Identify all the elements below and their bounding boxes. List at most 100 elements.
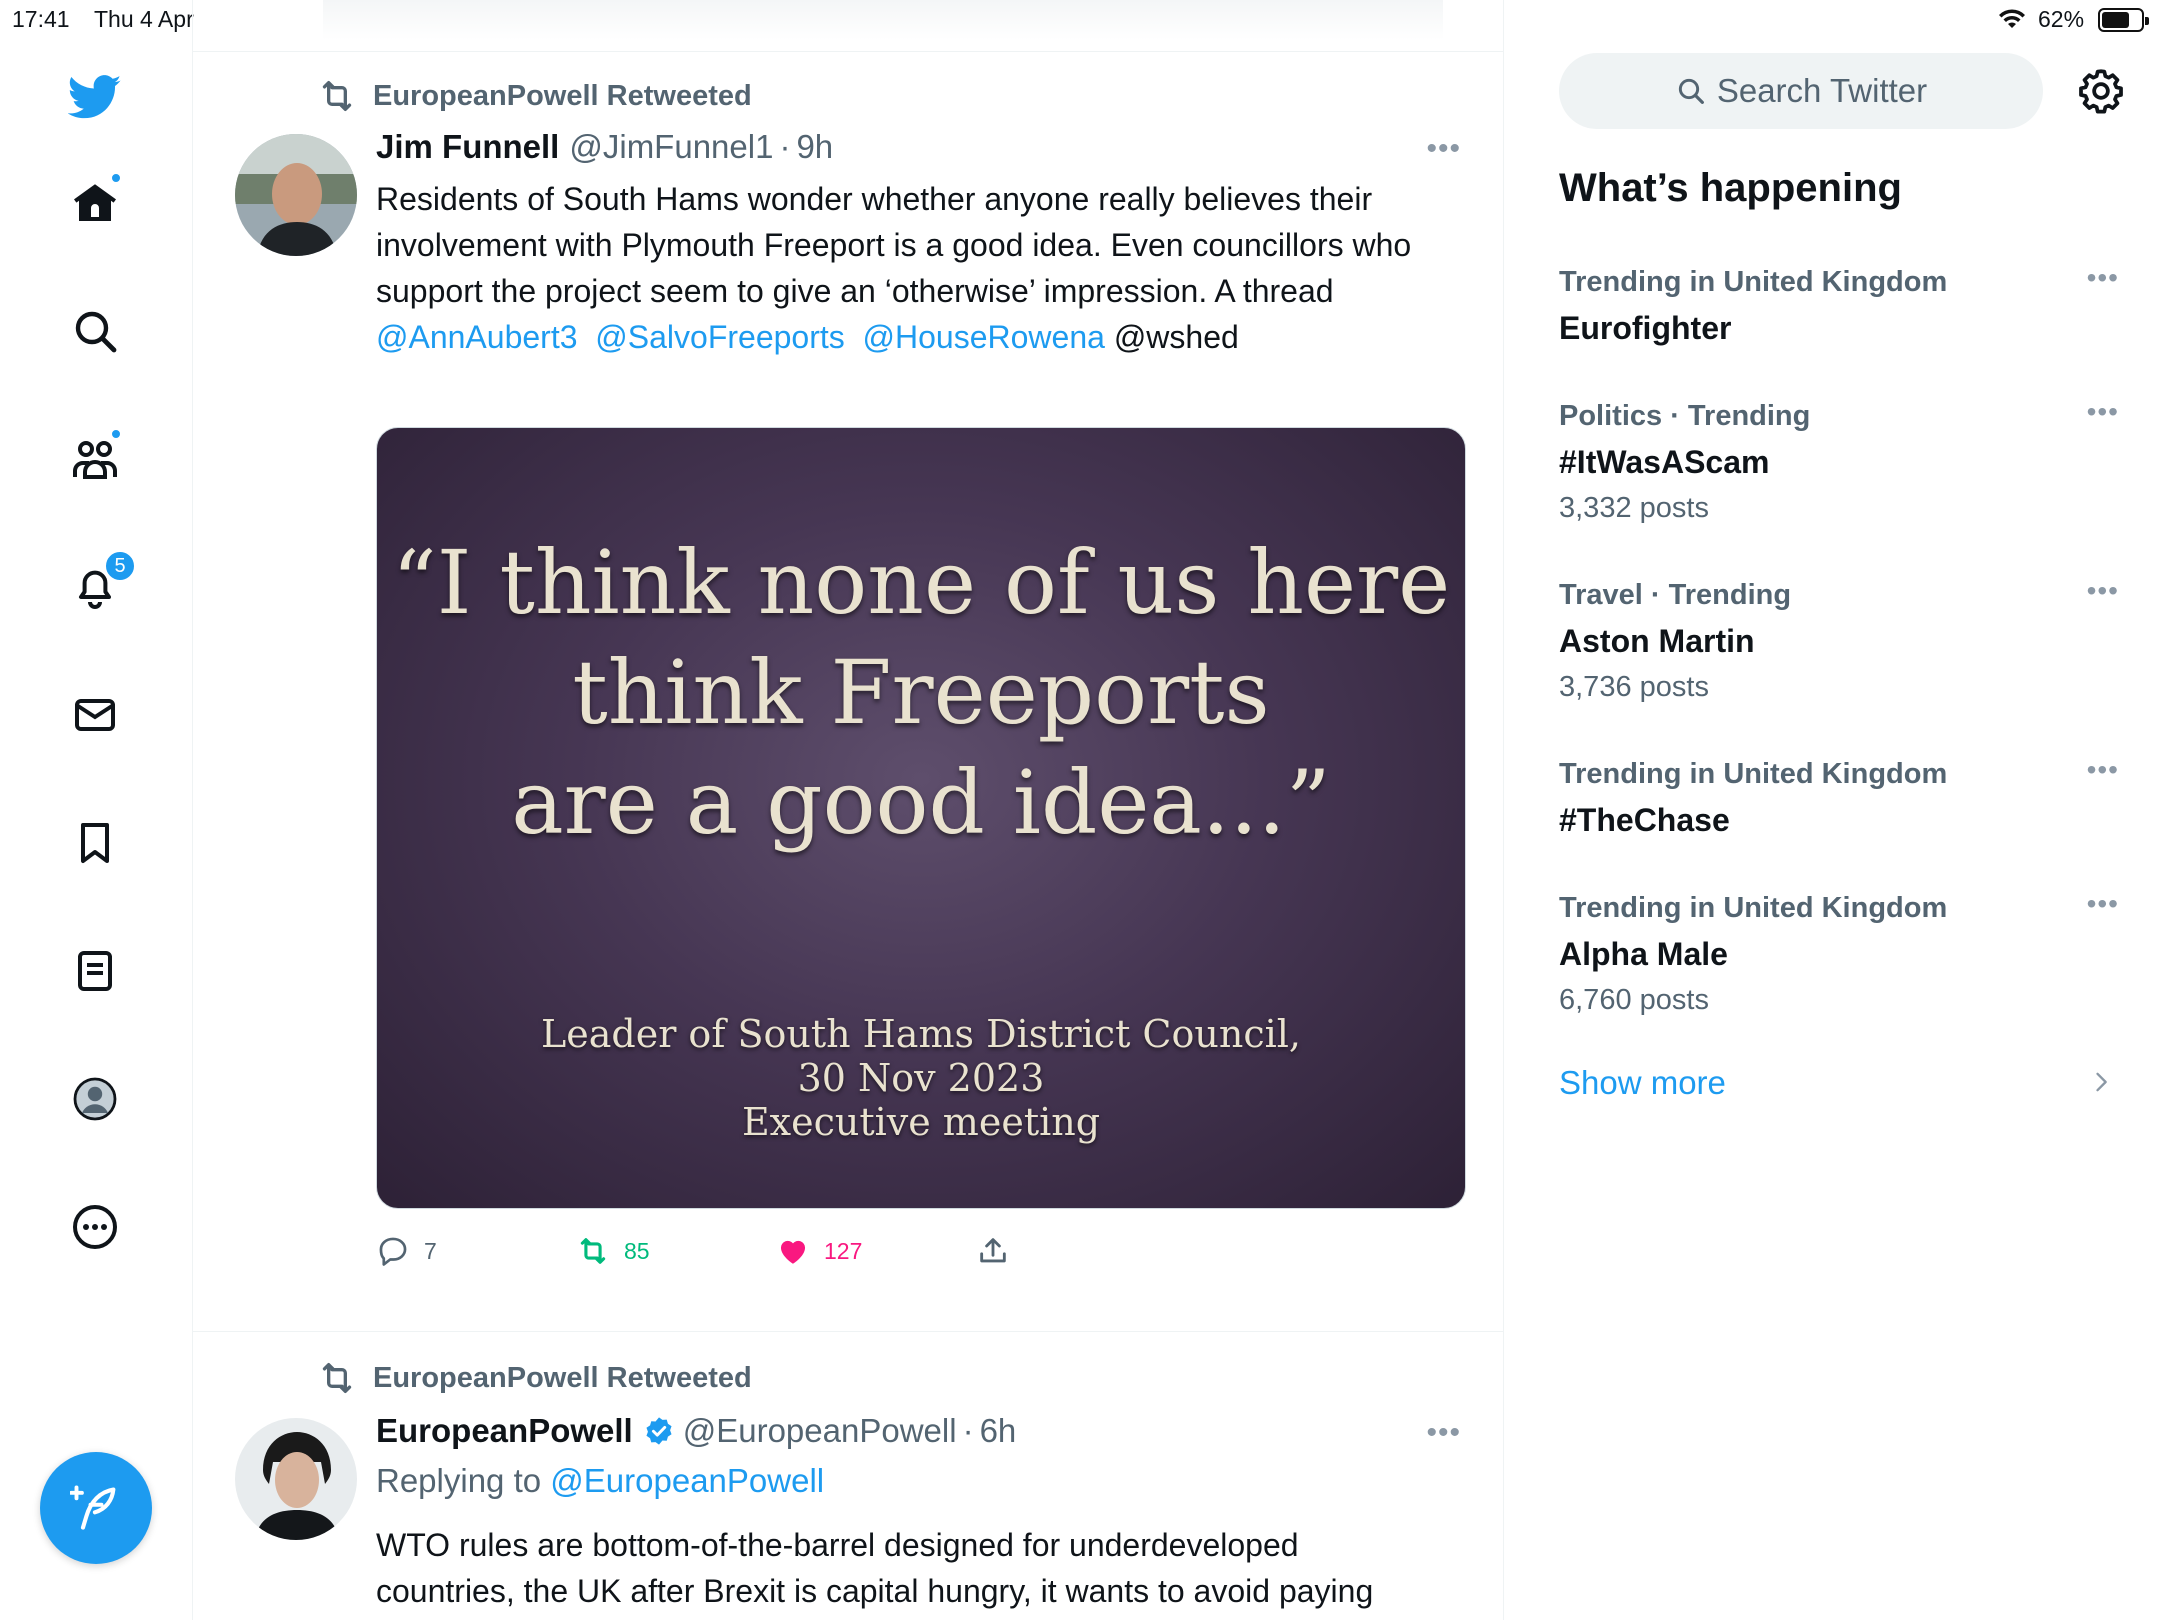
avatar-photo <box>235 1418 357 1540</box>
trend-name: Eurofighter <box>1559 310 1732 346</box>
trend-name: Aston Martin <box>1559 623 1755 659</box>
share-button[interactable] <box>976 1234 1024 1268</box>
tweet-more-icon[interactable]: ••• <box>1426 1416 1461 1450</box>
separator: · <box>962 1412 974 1449</box>
replying-to-mention[interactable]: @EuropeanPowell <box>550 1462 824 1499</box>
trend-name: #ItWasAScam <box>1559 444 1770 480</box>
share-icon <box>980 1238 1006 1263</box>
image-caption-line: Executive meeting <box>741 1100 1101 1144</box>
tweet-more-icon[interactable]: ••• <box>1426 132 1461 166</box>
trend-posts: 3,332 posts <box>1559 492 1709 524</box>
wifi-icon <box>1999 9 2025 28</box>
nav-lists[interactable] <box>60 936 130 1006</box>
trend-item[interactable]: Travel · Trending Aston Martin 3,736 pos… <box>1559 575 2119 707</box>
nav-notifications[interactable]: 5 <box>60 550 136 622</box>
like-count: 127 <box>824 1237 863 1264</box>
trend-posts: 6,760 posts <box>1559 984 1709 1016</box>
author-handle[interactable]: @EuropeanPowell <box>683 1412 957 1450</box>
nav-profile[interactable] <box>60 1064 130 1134</box>
heart-filled-icon <box>780 1240 806 1264</box>
list-icon <box>78 951 112 991</box>
image-caption-text: Leader of South Hams District Council, 3… <box>377 1012 1465 1144</box>
mention-link[interactable]: @AnnAubert3 <box>376 319 578 355</box>
trend-item[interactable]: Politics · Trending #ItWasAScam 3,332 po… <box>1559 396 2119 528</box>
tweet-card[interactable]: EuropeanPowell Retweeted Jim Funnell @Ji… <box>193 52 1503 1332</box>
author-name[interactable]: Jim Funnell <box>376 128 559 166</box>
trend-more-icon[interactable]: ••• <box>2087 575 2119 607</box>
tweet-card[interactable]: EuropeanPowell Retweeted EuropeanPowell … <box>193 1332 1503 1620</box>
nav-communities[interactable] <box>60 424 130 494</box>
gear-icon[interactable] <box>2076 66 2126 116</box>
section-title: What’s happening <box>1559 166 1902 210</box>
image-quote-text: “I think none of us here think Freeports… <box>377 528 1465 858</box>
timeline-top-edge <box>323 0 1443 40</box>
communities-icon <box>73 441 117 479</box>
status-date: Thu 4 Apr <box>94 6 194 32</box>
search-icon <box>75 311 117 353</box>
retweet-context-label: EuropeanPowell Retweeted <box>373 1361 752 1394</box>
chevron-right-icon[interactable] <box>2087 1068 2115 1096</box>
like-button[interactable]: 127 <box>776 1234 862 1268</box>
tweet-actions: 7 85 127 <box>376 1234 1076 1280</box>
trend-more-icon[interactable]: ••• <box>2087 888 2119 920</box>
trend-more-icon[interactable]: ••• <box>2087 396 2119 428</box>
tweet-time[interactable]: 9h <box>796 128 833 166</box>
mention-text: @wshed <box>1113 319 1239 355</box>
replying-to: Replying to @EuropeanPowell <box>376 1462 824 1500</box>
search-input[interactable]: Search Twitter <box>1559 53 2043 129</box>
avatar-photo <box>235 134 357 256</box>
nav-more[interactable] <box>60 1192 130 1262</box>
trend-item[interactable]: Trending in United Kingdom Eurofighter •… <box>1559 262 2119 354</box>
retweet-context[interactable]: EuropeanPowell Retweeted <box>317 1358 752 1398</box>
nav-home[interactable] <box>60 168 130 238</box>
avatar[interactable] <box>235 134 357 256</box>
battery-icon <box>2098 8 2149 32</box>
timeline[interactable]: EuropeanPowell Retweeted Jim Funnell @Ji… <box>192 0 1504 1620</box>
nav-messages[interactable] <box>60 680 130 750</box>
trend-more-icon[interactable]: ••• <box>2087 262 2119 294</box>
tweet-header: Jim Funnell @JimFunnel1 · 9h <box>376 128 833 166</box>
search-icon <box>1678 78 1704 104</box>
tweet-header: EuropeanPowell @EuropeanPowell · 6h <box>376 1412 1016 1450</box>
retweet-icon <box>322 81 352 112</box>
trend-context: Trending in United Kingdom <box>1559 266 1948 298</box>
image-quote-line: think Freeports <box>572 641 1270 744</box>
tweet-body: Residents of South Hams wonder whether a… <box>376 181 1412 309</box>
author-name[interactable]: EuropeanPowell <box>376 1412 633 1450</box>
home-icon <box>74 184 116 221</box>
trend-item[interactable]: Trending in United Kingdom #TheChase ••• <box>1559 754 2119 846</box>
mention-link[interactable]: @SalvoFreeports <box>595 319 844 355</box>
tweet-time[interactable]: 6h <box>980 1412 1017 1450</box>
trend-item[interactable]: Trending in United Kingdom Alpha Male 6,… <box>1559 888 2119 1020</box>
retweet-context[interactable]: EuropeanPowell Retweeted <box>317 76 752 116</box>
mention-link[interactable]: @HouseRowena <box>863 319 1105 355</box>
avatar[interactable] <box>235 1418 357 1540</box>
notifications-badge: 5 <box>104 550 136 582</box>
verified-badge-icon <box>646 1417 672 1445</box>
right-sidebar: Search Twitter What’s happening Trending… <box>1505 40 2160 1620</box>
trend-context: Trending in United Kingdom <box>1559 758 1948 790</box>
show-more-link[interactable]: Show more <box>1559 1064 1726 1102</box>
communities-unread-dot <box>110 428 122 440</box>
retweet-context-label: EuropeanPowell Retweeted <box>373 79 752 112</box>
retweet-button[interactable]: 85 <box>576 1234 650 1268</box>
compose-tweet-button[interactable] <box>40 1452 152 1564</box>
reply-count: 7 <box>424 1237 437 1264</box>
twitter-logo-icon[interactable] <box>60 62 130 132</box>
sidebar-nav: 5 <box>0 40 192 1620</box>
tweet-text: Residents of South Hams wonder whether a… <box>376 176 1446 360</box>
nav-explore[interactable] <box>60 296 130 366</box>
profile-avatar-icon <box>73 1077 117 1121</box>
trend-more-icon[interactable]: ••• <box>2087 754 2119 786</box>
reply-icon <box>379 1237 407 1266</box>
replying-to-label: Replying to <box>376 1462 542 1499</box>
envelope-icon <box>75 699 115 731</box>
author-handle[interactable]: @JimFunnel1 <box>569 128 773 166</box>
battery-percentage: 62% <box>2038 6 2085 32</box>
more-circle-icon <box>73 1205 117 1249</box>
reply-button[interactable]: 7 <box>376 1234 437 1268</box>
status-time: 17:41 <box>12 6 70 32</box>
nav-bookmarks[interactable] <box>60 808 130 878</box>
tweet-image[interactable]: “I think none of us here think Freeports… <box>376 427 1466 1209</box>
trend-name: Alpha Male <box>1559 936 1728 972</box>
